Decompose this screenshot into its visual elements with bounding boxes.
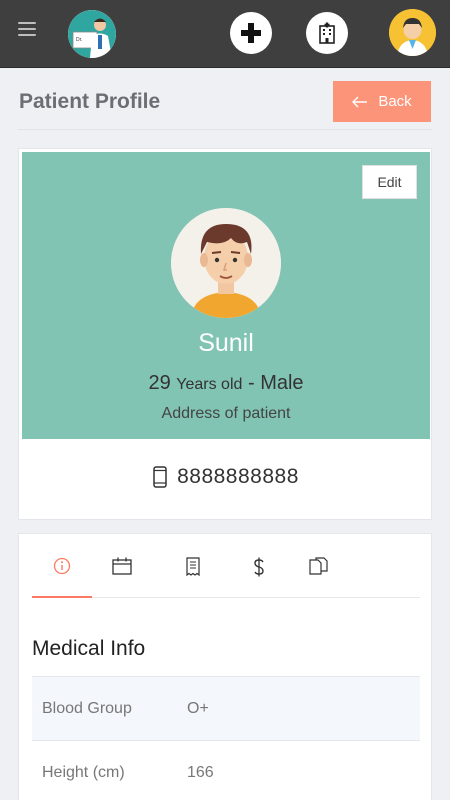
hospital-icon [319,22,335,44]
patient-details-card: Medical Info Blood Group O+ Height (cm) … [18,533,432,800]
height-label: Height (cm) [42,763,125,781]
info-icon [53,557,71,575]
tab-info[interactable] [32,554,92,598]
user-avatar[interactable] [389,9,436,56]
blood-group-value: O+ [187,699,209,717]
age-gender-separator: - [247,372,255,394]
tab-payments[interactable] [229,554,289,598]
add-button[interactable] [230,12,272,54]
height-value: 166 [187,763,214,781]
profile-banner: Edit Sunil 29 Years old - Male Address o… [22,152,430,439]
arrow-left-icon [352,96,368,107]
calendar-icon [112,557,132,575]
receipt-icon [186,557,200,576]
table-row: Height (cm) 166 [32,740,420,800]
tab-documents[interactable] [289,554,349,598]
svg-text:Dr.: Dr. [76,37,82,43]
plus-icon [241,23,261,43]
tab-appointments[interactable] [92,554,152,598]
details-tabs [32,554,420,598]
blood-group-label: Blood Group [42,699,132,717]
patient-name: Sunil [198,329,254,357]
doctor-logo[interactable]: Dr. [68,10,116,58]
documents-icon [309,557,328,575]
table-row: Blood Group O+ [32,676,420,740]
age-suffix: Years old [176,376,243,393]
page-title: Patient Profile [19,90,161,113]
tab-receipts[interactable] [163,554,223,598]
medical-info-table: Blood Group O+ Height (cm) 166 [32,676,420,800]
patient-address: Address of patient [161,405,291,422]
patient-gender: Male [260,372,304,394]
dollar-icon [254,557,264,577]
medical-info-title: Medical Info [32,637,146,660]
edit-button[interactable]: Edit [362,165,417,199]
patient-age: 29 [148,372,171,394]
menu-icon[interactable] [18,22,36,38]
back-button[interactable]: Back [333,81,431,122]
back-button-label: Back [378,93,412,110]
patient-phone[interactable]: 8888888888 [19,465,433,489]
header-divider [18,129,432,130]
hospital-button[interactable] [306,12,348,54]
patient-age-gender: 29 Years old - Male [22,372,430,395]
patient-profile-card: Edit Sunil 29 Years old - Male Address o… [18,148,432,520]
phone-number: 8888888888 [177,465,299,488]
top-app-bar: Dr. [0,0,450,68]
patient-avatar [171,208,281,318]
mobile-phone-icon [153,466,167,488]
